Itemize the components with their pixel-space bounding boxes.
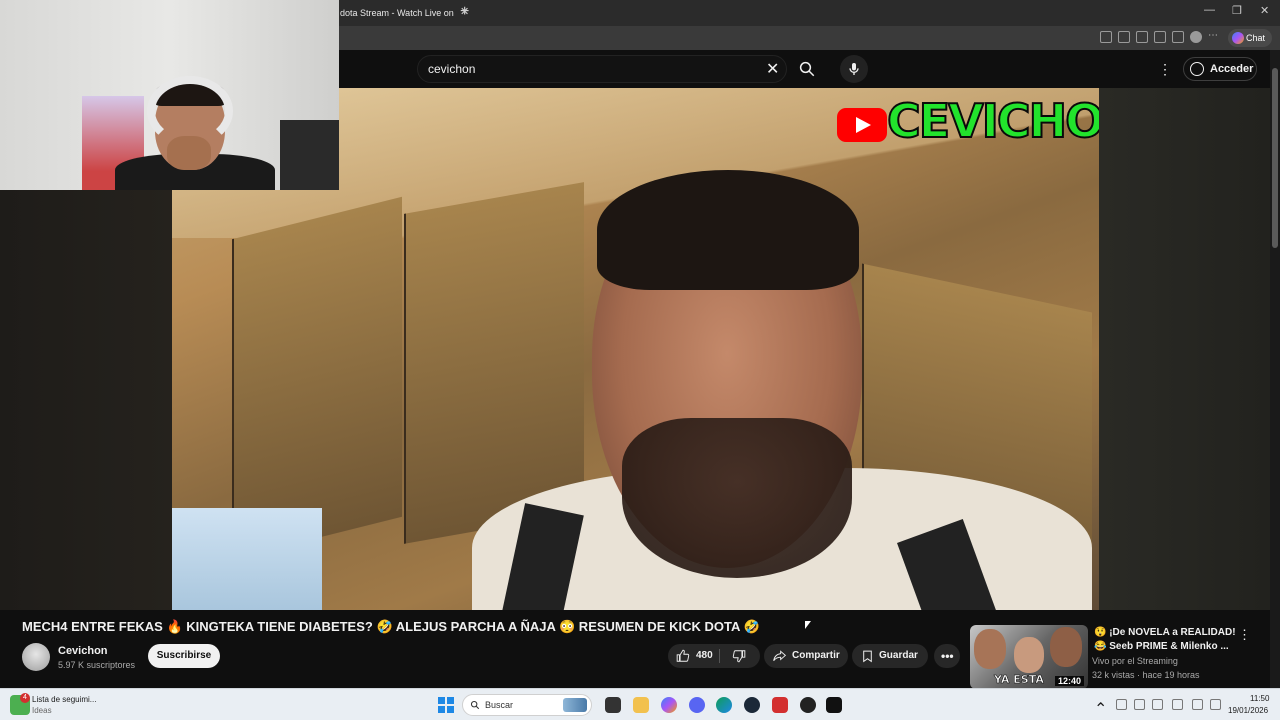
recommended-channel-name[interactable]: Vivo por el Streaming <box>1092 656 1178 666</box>
clear-search-icon[interactable]: ✕ <box>766 59 779 79</box>
minimize-icon[interactable]: — <box>1204 4 1215 16</box>
app-icon[interactable] <box>826 697 842 713</box>
widgets-badge: 4 <box>20 693 30 703</box>
recommended-video-title-line2[interactable]: 😂 Seeb PRIME & Milenko ... <box>1094 641 1229 652</box>
browser-tab-active[interactable]: dota Stream - Watch Live on K <box>330 2 454 24</box>
favorite-star-icon[interactable] <box>1136 31 1148 43</box>
task-view-icon[interactable] <box>605 697 621 713</box>
volume-icon[interactable] <box>1210 699 1221 710</box>
windows-start-icon[interactable] <box>438 697 454 713</box>
video-info: MECH4 ENTRE FEKAS 🔥 KINGTEKA TIENE DIABE… <box>0 610 1270 689</box>
file-explorer-icon[interactable] <box>633 697 649 713</box>
share-label: Compartir <box>792 650 840 661</box>
share-icon <box>773 650 787 661</box>
tray-icon[interactable] <box>1152 699 1163 710</box>
channel-avatar[interactable] <box>22 643 50 671</box>
like-divider <box>719 649 720 663</box>
recommended-more-icon[interactable]: ⋮ <box>1238 627 1251 643</box>
webcam-hand <box>167 136 211 170</box>
copilot-chat-button[interactable]: Chat <box>1228 29 1272 47</box>
thumbs-down-icon[interactable] <box>732 649 746 663</box>
search-input[interactable]: cevichon ✕ <box>417 55 787 83</box>
save-label: Guardar <box>879 650 918 661</box>
search-highlight-icon <box>563 698 587 712</box>
signin-label: Acceder <box>1210 63 1254 75</box>
steam-icon[interactable] <box>744 697 760 713</box>
share-button[interactable]: Compartir <box>764 644 848 668</box>
webcam-door <box>280 120 339 190</box>
recommended-video-title[interactable]: 😲 ¡De NOVELA a REALIDAD! <box>1094 627 1236 638</box>
signin-button[interactable]: Acceder <box>1183 57 1257 81</box>
settings-menu-icon[interactable]: ⋮ <box>1158 61 1172 78</box>
thumb-face <box>974 629 1006 669</box>
recommended-video-meta: 32 k vistas · hace 19 horas <box>1092 670 1200 680</box>
copilot-icon[interactable] <box>661 697 677 713</box>
browser-menu-icon[interactable]: ⋯ <box>1208 31 1220 43</box>
search-input-value: cevichon <box>428 62 476 76</box>
channel-overlay-logo: CEVICHON <box>835 90 1099 150</box>
search-icon <box>470 700 480 710</box>
scrollbar-thumb[interactable] <box>1272 68 1278 248</box>
person-beard <box>622 418 852 578</box>
zoom-icon[interactable] <box>1118 31 1130 43</box>
voice-search-button[interactable] <box>840 55 868 83</box>
streamer-webcam <box>0 0 339 190</box>
account-icon <box>1190 62 1204 76</box>
close-window-icon[interactable]: ✕ <box>1260 4 1269 17</box>
search-button[interactable] <box>792 55 822 83</box>
webcam-person <box>115 76 275 190</box>
windows-taskbar: 4 Lista de seguimi... Ideas Buscar ⌃ 11:… <box>0 688 1280 720</box>
wall-panel <box>232 196 402 560</box>
channel-name[interactable]: Cevichon <box>58 645 108 657</box>
restore-icon[interactable]: ❐ <box>1232 4 1242 17</box>
taskbar-time[interactable]: 11:50 <box>1250 694 1269 703</box>
thumb-overlay-text: YA ESTA <box>994 673 1044 687</box>
network-icon[interactable] <box>1192 699 1203 710</box>
save-button[interactable]: Guardar <box>852 644 928 668</box>
widget-subtitle: Ideas <box>32 706 52 715</box>
taskbar-search-box[interactable]: Buscar <box>462 694 592 716</box>
app-icon[interactable] <box>1100 31 1112 43</box>
person-hair <box>597 170 859 290</box>
new-tab-icon[interactable]: + <box>460 4 469 20</box>
video-title: MECH4 ENTRE FEKAS 🔥 KINGTEKA TIENE DIABE… <box>22 619 760 634</box>
subscriber-count: 5.97 K suscriptores <box>58 660 136 670</box>
youtube-play-icon <box>837 108 887 142</box>
thumbs-up-icon <box>676 649 690 662</box>
taskbar-search-label: Buscar <box>485 700 514 710</box>
obs-icon[interactable] <box>800 697 816 713</box>
subscribe-button[interactable]: Suscribirse <box>148 644 220 668</box>
extensions-icon[interactable] <box>1154 31 1166 43</box>
tray-icon[interactable] <box>1134 699 1145 710</box>
player-letterbox-right <box>1099 88 1270 610</box>
page-scrollbar[interactable] <box>1270 50 1280 688</box>
video-window <box>172 508 322 610</box>
taskbar-date[interactable]: 19/01/2026 <box>1228 706 1268 715</box>
microphone-icon <box>849 63 859 75</box>
thumb-face <box>1050 627 1082 667</box>
more-actions-button[interactable]: ••• <box>934 644 960 668</box>
browser-toolbar-icons: ⋯ <box>1100 31 1220 43</box>
tray-icon[interactable] <box>1116 699 1127 710</box>
video-duration-badge: 12:40 <box>1054 676 1084 686</box>
thumb-face <box>1014 637 1044 673</box>
widget-title[interactable]: Lista de seguimi... <box>32 695 96 704</box>
discord-icon[interactable] <box>689 697 705 713</box>
collections-icon[interactable] <box>1172 31 1184 43</box>
profile-icon[interactable] <box>1190 31 1202 43</box>
like-count: 480 <box>696 650 713 661</box>
tray-chevron-icon[interactable]: ⌃ <box>1094 699 1107 718</box>
tray-icon[interactable] <box>1172 699 1183 710</box>
overlay-logo-text: CEVICHON <box>886 93 1099 149</box>
like-button[interactable]: 480 <box>668 644 760 668</box>
recommended-video-thumbnail[interactable]: YA ESTA 12:40 <box>970 625 1088 689</box>
edge-icon[interactable] <box>716 697 732 713</box>
search-icon <box>799 61 815 77</box>
wps-office-icon[interactable] <box>772 697 788 713</box>
bookmark-icon <box>863 650 872 663</box>
mouse-cursor-icon <box>805 621 811 629</box>
